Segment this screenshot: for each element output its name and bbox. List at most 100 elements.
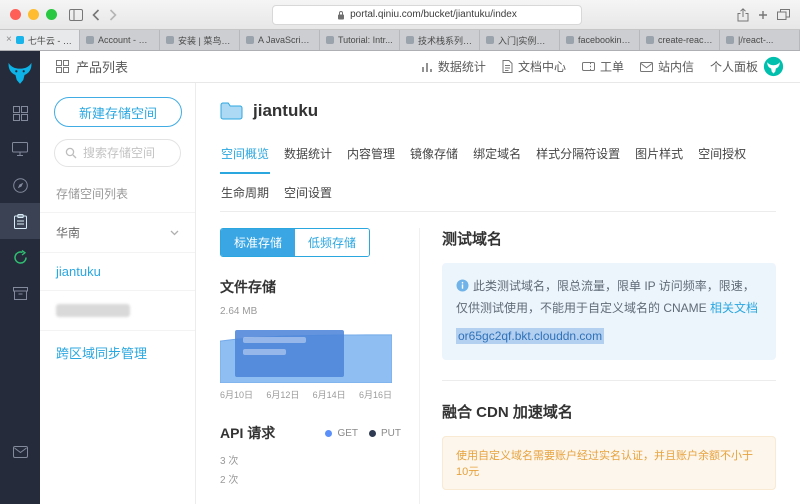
product-list-label: 产品列表 [76, 60, 129, 75]
browser-tab[interactable]: 安装 | 菜鸟教程 [160, 30, 240, 50]
tab-title: 技术栈系列教... [418, 35, 473, 46]
bucket-tabs: 空间概览 数据统计 内容管理 镜像存储 绑定域名 样式分隔符设置 图片样式 空间… [220, 135, 776, 212]
related-docs-link[interactable]: 相关文档 [710, 301, 758, 315]
domains-column: 测试域名 此类测试域名，限总流量，限单 IP 访问频率，限速，仅供测试使用，不能… [420, 228, 776, 504]
file-storage-chart[interactable] [220, 321, 392, 383]
rail-storage-icon[interactable] [0, 203, 40, 239]
file-storage-title: 文件存储 [220, 279, 276, 295]
tab-favicon [326, 36, 334, 44]
bucket-sidebar: 新建存储空间 存储空间列表 华南 jiantuku [40, 83, 196, 504]
data-statistics-link[interactable]: 数据统计 [421, 58, 486, 75]
tab-favicon [726, 36, 734, 44]
rail-dashboard-icon[interactable] [0, 167, 40, 203]
tab-mirror-storage[interactable]: 镜像存储 [409, 135, 459, 174]
api-requests-title: API 请求 [220, 425, 276, 441]
tab-title: Tutorial: Intr... [338, 35, 393, 45]
browser-tab[interactable]: facebookinc... [560, 30, 640, 50]
fullscreen-window-button[interactable] [46, 9, 57, 20]
tab-title: 七牛云 - 空间... [27, 35, 73, 46]
product-list-button[interactable]: 产品列表 [56, 57, 128, 76]
document-icon [502, 60, 513, 73]
bucket-item-jiantuku[interactable]: jiantuku [40, 253, 195, 291]
api-requests-chart[interactable] [220, 498, 392, 504]
rail-overview-icon[interactable] [0, 95, 40, 131]
bucket-list-title: 存储空间列表 [40, 173, 195, 213]
browser-window: portal.qiniu.com/bucket/jiantuku/index ×… [0, 0, 800, 504]
test-domain-value[interactable]: or65gc2qf.bkt.clouddn.com [456, 328, 605, 345]
new-tab-icon[interactable] [758, 10, 768, 20]
tab-data-statistics[interactable]: 数据统计 [283, 135, 333, 174]
browser-tab[interactable]: Account - Se... [80, 30, 160, 50]
rail-archive-icon[interactable] [0, 275, 40, 311]
tab-title: 安装 | 菜鸟教程 [178, 35, 233, 46]
inbox-link[interactable]: 站内信 [639, 58, 694, 75]
back-button[interactable] [92, 8, 100, 21]
tab-close-icon[interactable]: × [6, 35, 12, 45]
overview-charts-column: 标准存储 低频存储 文件存储 2.64 MB 6月10日 6月12日 6月14日… [220, 228, 420, 504]
new-bucket-button[interactable]: 新建存储空间 [54, 97, 182, 127]
cdn-domain-title: 融合 CDN 加速域名 [442, 403, 573, 421]
test-domain-title: 测试域名 [442, 231, 503, 248]
bucket-search[interactable] [54, 139, 181, 167]
share-icon[interactable] [737, 7, 749, 22]
bucket-icon [220, 102, 243, 120]
tab-space-overview[interactable]: 空间概览 [220, 135, 271, 174]
tab-content-management[interactable]: 内容管理 [346, 135, 396, 174]
bucket-search-input[interactable] [83, 146, 173, 160]
tab-title: facebookinc... [578, 35, 633, 45]
test-domain-notice: 此类测试域名，限总流量，限单 IP 访问频率，限速，仅供测试使用，不能用于自定义… [442, 263, 776, 360]
browser-tab[interactable]: |/react-... [720, 30, 800, 50]
browser-titlebar: portal.qiniu.com/bucket/jiantuku/index [0, 0, 800, 30]
browser-tab[interactable]: 技术栈系列教... [400, 30, 480, 50]
minimize-window-button[interactable] [28, 9, 39, 20]
doc-center-link[interactable]: 文档中心 [502, 58, 566, 75]
tab-favicon [646, 36, 654, 44]
address-bar[interactable]: portal.qiniu.com/bucket/jiantuku/index [272, 4, 582, 25]
sidebar-toggle-icon[interactable] [69, 8, 83, 21]
bar-chart-icon [421, 61, 433, 73]
tab-image-style[interactable]: 图片样式 [634, 135, 684, 174]
qiniu-logo[interactable] [0, 51, 40, 95]
divider [442, 379, 776, 381]
legend-put-dot [369, 429, 376, 437]
api-y-label-3: 3 次 [220, 456, 239, 467]
personal-panel-link[interactable]: 个人面板 [710, 56, 784, 77]
low-frequency-storage-button[interactable]: 低频存储 [295, 229, 370, 256]
bucket-main: jiantuku 空间概览 数据统计 内容管理 镜像存储 绑定域名 样式分隔符设… [196, 83, 800, 504]
tab-lifecycle[interactable]: 生命周期 [220, 174, 270, 211]
tab-style-separator[interactable]: 样式分隔符设置 [535, 135, 621, 174]
rail-message-icon[interactable] [0, 434, 40, 470]
tab-space-authorization[interactable]: 空间授权 [697, 135, 747, 174]
tab-favicon [86, 36, 94, 44]
bucket-name-title: jiantuku [253, 101, 319, 120]
tab-overview-icon[interactable] [777, 9, 790, 20]
app-right-pane: 产品列表 数据统计 文档中心 工单 站内信 个人面板 新建存储空间 搜索存储空间… [40, 51, 800, 504]
browser-tab[interactable]: Tutorial: Intr... [320, 30, 400, 50]
api-y-label-2: 2 次 [220, 475, 239, 486]
cross-region-sync-link[interactable]: 跨区域同步管理 [40, 330, 195, 374]
browser-tab[interactable]: 入门|实例教程... [480, 30, 560, 50]
forward-button[interactable] [109, 8, 117, 21]
app-header: 产品列表 数据统计 文档中心 工单 站内信 个人面板 [40, 51, 800, 83]
rail-sync-icon[interactable] [0, 239, 40, 275]
tab-space-settings[interactable]: 空间设置 [283, 174, 333, 211]
bucket-item-redacted[interactable] [56, 304, 130, 317]
tab-bind-domain[interactable]: 绑定域名 [472, 135, 522, 174]
tab-favicon [246, 36, 254, 44]
browser-tab[interactable]: × 七牛云 - 空间... [0, 30, 80, 50]
region-selector[interactable]: 华南 [40, 213, 195, 253]
browser-tab[interactable]: create-react... [640, 30, 720, 50]
tab-favicon [566, 36, 574, 44]
tab-title: A JavaScript... [258, 35, 313, 45]
tab-favicon [486, 36, 494, 44]
browser-tab-strip: × 七牛云 - 空间... Account - Se... 安装 | 菜鸟教程 … [0, 30, 800, 51]
close-window-button[interactable] [10, 9, 21, 20]
file-storage-x-axis: 6月10日 6月12日 6月14日 6月16日 [220, 390, 392, 400]
ticket-link[interactable]: 工单 [581, 58, 624, 75]
standard-storage-button[interactable]: 标准存储 [221, 229, 296, 256]
browser-tab[interactable]: A JavaScript... [240, 30, 320, 50]
api-legend[interactable]: GET PUT [321, 428, 401, 439]
search-icon [65, 147, 77, 159]
info-icon [456, 279, 469, 292]
rail-cdn-icon[interactable] [0, 131, 40, 167]
